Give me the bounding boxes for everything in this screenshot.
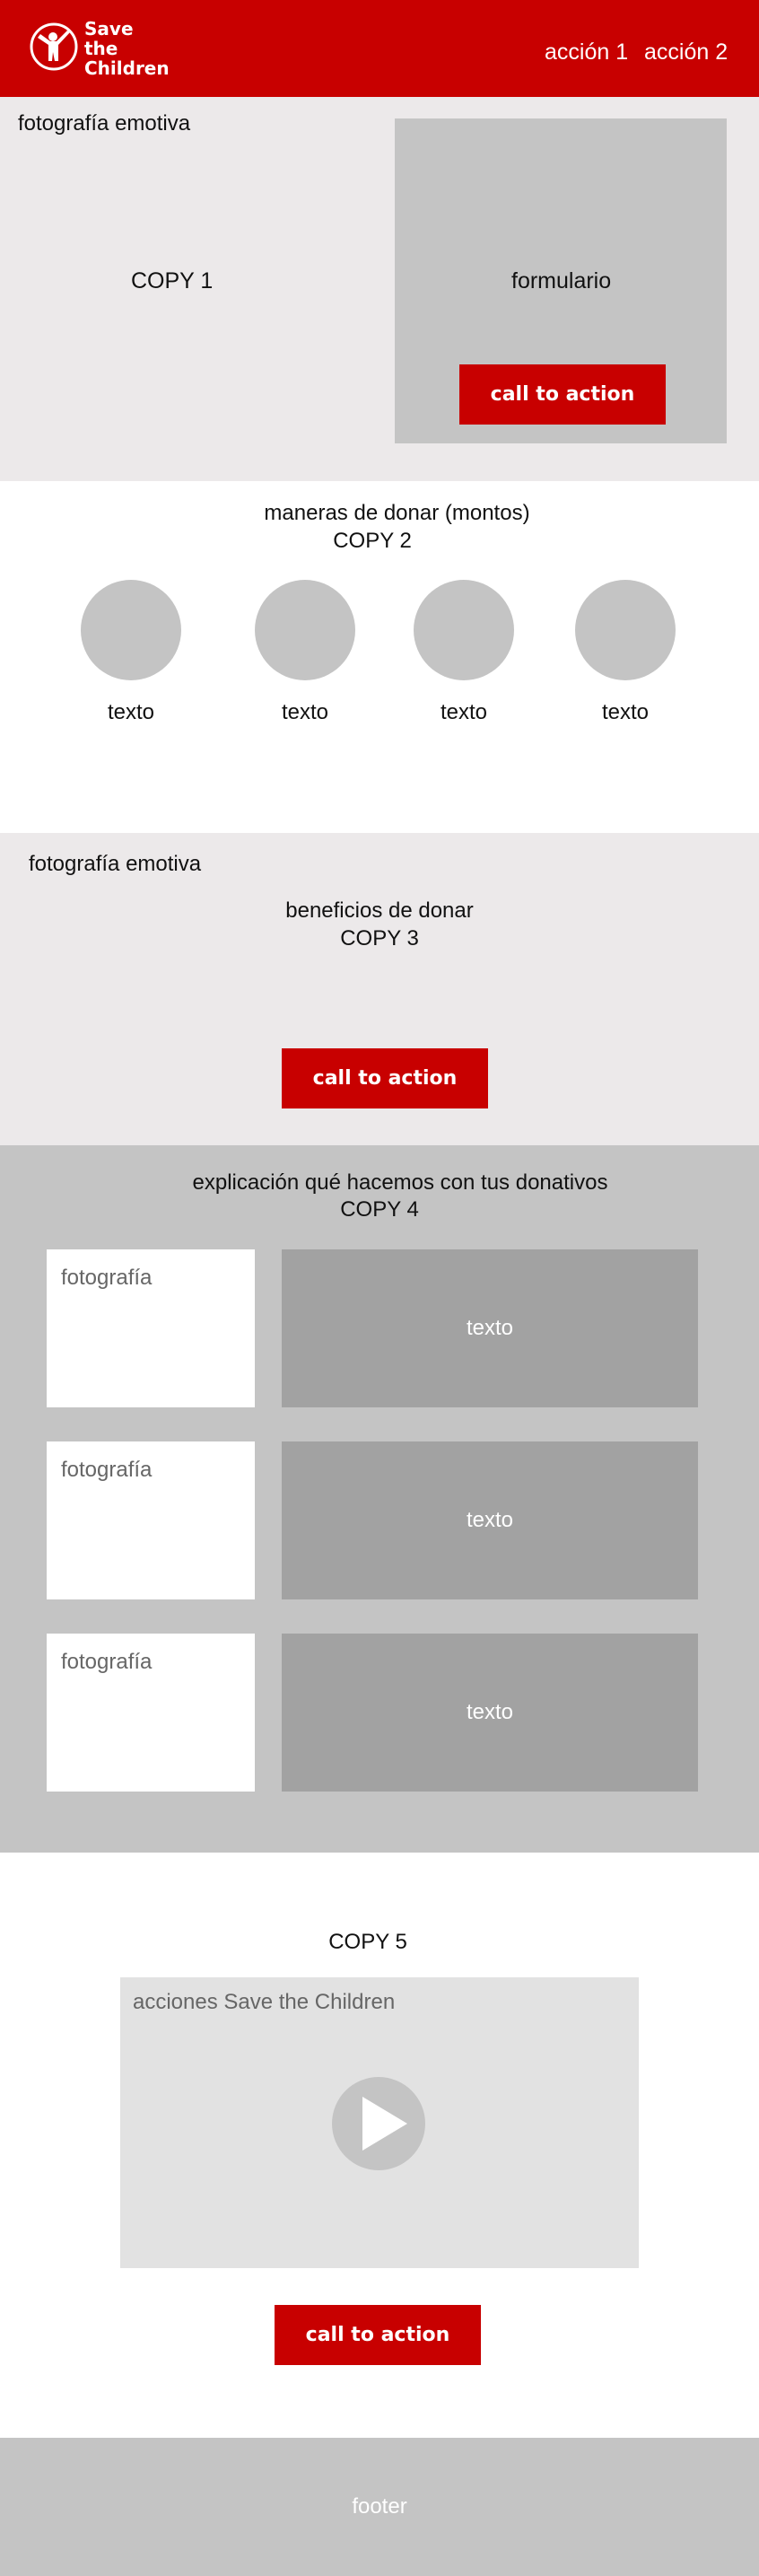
donate-option-label: texto — [281, 700, 329, 724]
explain-copy: COPY 4 — [340, 1197, 419, 1222]
donate-option-circle[interactable] — [575, 580, 676, 680]
video-label: acciones Save the Children — [133, 1990, 396, 2014]
donate-option-label: texto — [440, 700, 488, 724]
donate-option-circle[interactable] — [81, 580, 181, 680]
play-icon — [362, 2097, 407, 2151]
video-copy: COPY 5 — [328, 1930, 407, 1954]
brand-name: Save the Children — [84, 18, 170, 79]
nav-action-1[interactable]: acción 1 — [545, 39, 628, 66]
explain-text-block: texto — [282, 1441, 698, 1599]
donate-option-circle[interactable] — [255, 580, 355, 680]
benefits-copy: COPY 3 — [340, 926, 419, 951]
donate-option-label: texto — [107, 700, 155, 724]
form-label: formulario — [511, 268, 612, 294]
nav-action-2[interactable]: acción 2 — [644, 39, 728, 66]
child-figure-icon — [29, 22, 79, 76]
hero-photo-label: fotografía emotiva — [18, 111, 191, 136]
explain-photo-label: fotografía — [61, 1458, 153, 1482]
explain-photo-label: fotografía — [61, 1650, 153, 1674]
explain-photo: fotografía — [47, 1249, 255, 1407]
hero-cta-button[interactable]: call to action — [459, 364, 666, 425]
explain-photo: fotografía — [47, 1441, 255, 1599]
explain-photo-label: fotografía — [61, 1266, 153, 1290]
benefits-title: beneficios de donar — [285, 898, 474, 923]
video-cta-button[interactable]: call to action — [275, 2305, 481, 2365]
explain-text-block: texto — [282, 1249, 698, 1407]
explain-photo: fotografía — [47, 1634, 255, 1792]
brand-logo[interactable]: Save the Children — [29, 18, 172, 79]
benefits-cta-button[interactable]: call to action — [282, 1048, 488, 1108]
donate-option-label: texto — [601, 700, 650, 724]
site-footer: footer — [0, 2438, 759, 2576]
donate-option-circle[interactable] — [414, 580, 514, 680]
hero-copy: COPY 1 — [131, 268, 214, 294]
donate-copy: COPY 2 — [333, 529, 412, 553]
benefits-photo-label: fotografía emotiva — [29, 852, 202, 876]
explain-text-block: texto — [282, 1634, 698, 1792]
donate-title: maneras de donar (montos) — [264, 501, 530, 525]
explain-title: explicación qué hacemos con tus donativo… — [192, 1170, 608, 1195]
